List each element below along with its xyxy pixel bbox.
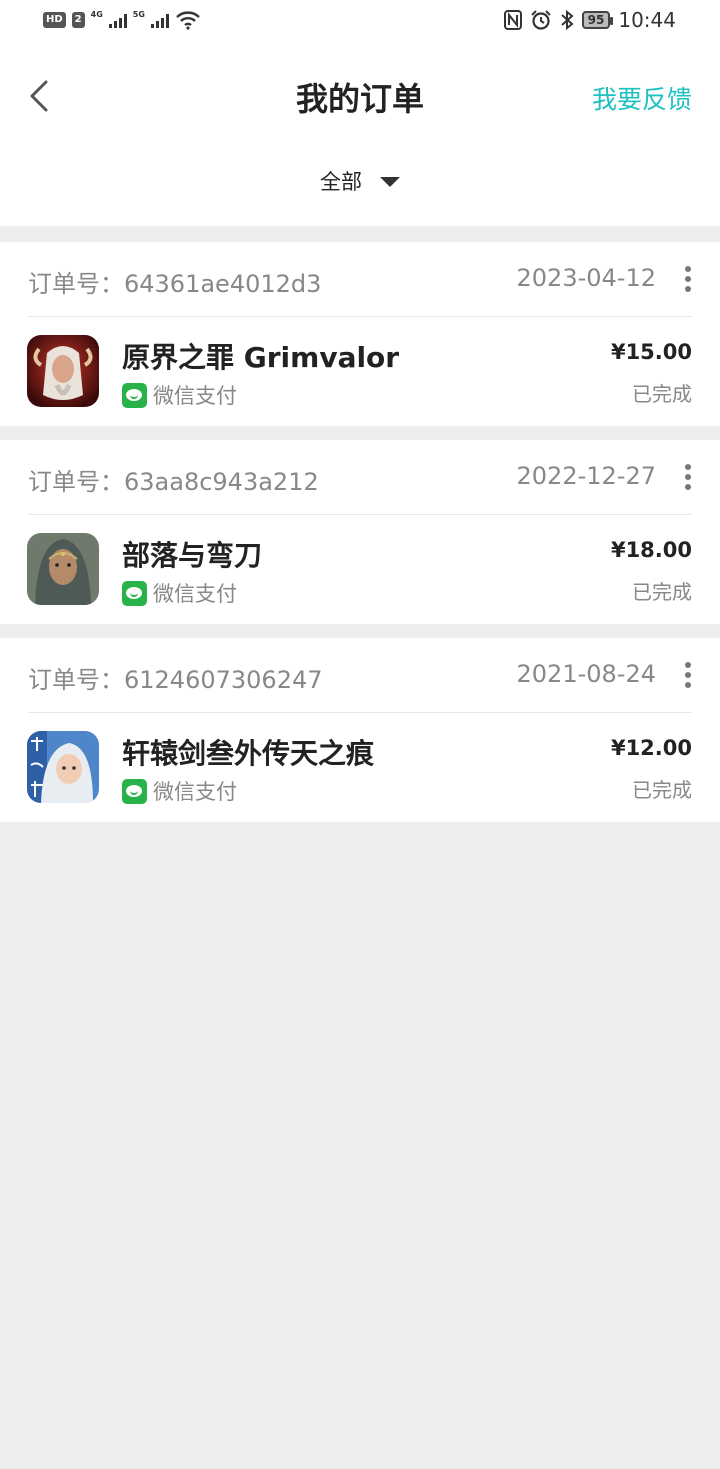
more-options-icon[interactable] (684, 266, 692, 292)
signal-icon-2 (150, 12, 169, 28)
nfc-icon (503, 10, 522, 30)
filter-label: 全部 (320, 170, 362, 194)
battery-icon: 95 (581, 11, 614, 29)
order-price: ¥15.00 (610, 340, 692, 364)
order-number: 订单号：64361ae4012d3 (28, 270, 322, 298)
payment-label: 微信支付 (153, 780, 237, 804)
more-options-icon[interactable] (684, 464, 692, 490)
status-bar: HD 2 4G 5G 95 10:44 (0, 0, 720, 46)
alarm-icon (530, 10, 551, 30)
order-header: 订单号：6124607306247 2021-08-24 (28, 638, 692, 713)
order-date: 2021-08-24 (516, 660, 656, 688)
game-icon-buluo (27, 533, 99, 605)
order-status: 已完成 (632, 778, 692, 802)
order-number: 订单号：6124607306247 (28, 666, 323, 694)
game-name: 轩辕剑叁外传天之痕 (122, 737, 375, 770)
payment-label: 微信支付 (153, 582, 237, 606)
order-card[interactable]: 订单号：63aa8c943a212 2022-12-27 部落与弯刀 微信支付 … (0, 440, 720, 624)
payment-method: 微信支付 (122, 578, 237, 608)
order-status: 已完成 (632, 382, 692, 406)
order-date: 2022-12-27 (516, 462, 656, 490)
payment-method: 微信支付 (122, 380, 237, 410)
network-type-1: 4G (90, 9, 103, 19)
order-status: 已完成 (632, 580, 692, 604)
wifi-icon (176, 11, 200, 30)
order-card[interactable]: 订单号：64361ae4012d3 2023-04-12 原界之罪 Grimva… (0, 242, 720, 426)
hd-badge: HD (43, 12, 66, 28)
order-price: ¥18.00 (610, 538, 692, 562)
game-icon-xuanyuan (27, 731, 99, 803)
sim-badge: 2 (71, 12, 85, 28)
bluetooth-icon (560, 10, 574, 30)
filter-dropdown[interactable]: 全部 (0, 166, 720, 196)
game-icon-grimvalor (27, 335, 99, 407)
order-header: 订单号：63aa8c943a212 2022-12-27 (28, 440, 692, 515)
network-type-2: 5G (132, 9, 145, 19)
game-name: 原界之罪 Grimvalor (122, 341, 400, 374)
game-name: 部落与弯刀 (122, 539, 263, 572)
feedback-button[interactable]: 我要反馈 (592, 80, 692, 116)
order-date: 2023-04-12 (516, 264, 656, 292)
status-left: HD 2 4G 5G (43, 10, 201, 30)
wechat-pay-icon (122, 778, 147, 804)
order-number: 订单号：63aa8c943a212 (28, 468, 319, 496)
payment-label: 微信支付 (153, 384, 237, 408)
nav-bar: 我的订单 我要反馈 (0, 50, 720, 142)
wechat-pay-icon (122, 382, 147, 408)
order-card[interactable]: 订单号：6124607306247 2021-08-24 轩辕剑叁外传天之痕 微… (0, 638, 720, 822)
wechat-pay-icon (122, 580, 147, 606)
order-header: 订单号：64361ae4012d3 2023-04-12 (28, 242, 692, 317)
signal-icon (108, 12, 127, 28)
caret-down-icon (380, 177, 400, 187)
more-options-icon[interactable] (684, 662, 692, 688)
clock: 10:44 (618, 8, 676, 32)
payment-method: 微信支付 (122, 776, 237, 806)
order-price: ¥12.00 (610, 736, 692, 760)
status-right: 95 10:44 (503, 8, 676, 32)
